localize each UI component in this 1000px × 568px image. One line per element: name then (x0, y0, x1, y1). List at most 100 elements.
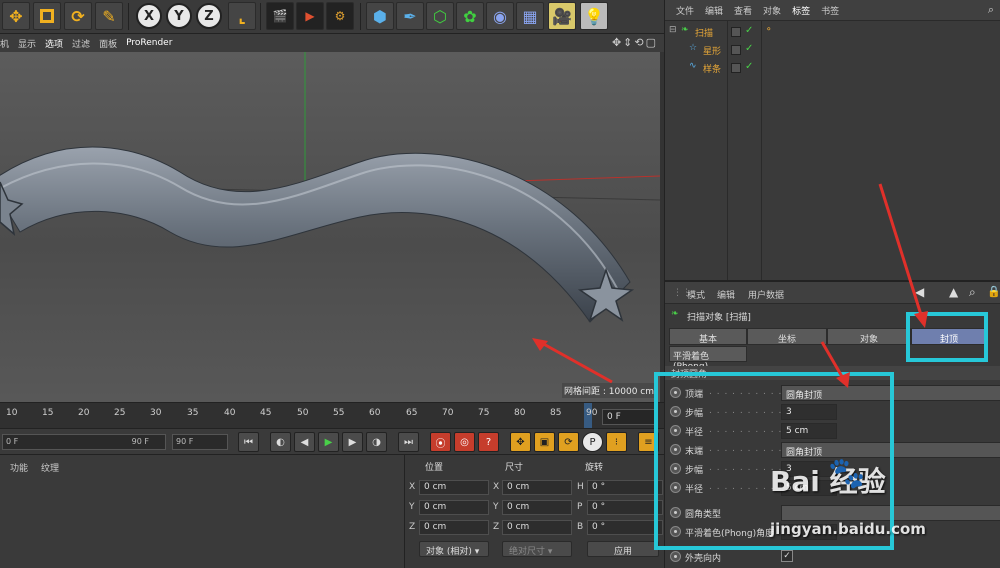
layer-icon[interactable] (731, 45, 741, 55)
animate-radio-icon[interactable] (670, 551, 681, 562)
menu-mode[interactable]: 模式 (687, 288, 705, 301)
autokey-icon[interactable]: ◎ (454, 432, 475, 452)
viewport-menu-panel[interactable]: 面板 (99, 37, 117, 50)
frame-range-slider[interactable]: 0 F 90 F (2, 434, 166, 450)
position-y-field[interactable]: 0 cm (419, 500, 489, 515)
deformer-icon[interactable]: ◉ (486, 2, 514, 30)
previous-frame-icon[interactable]: ◀ (294, 432, 315, 452)
coordinate-system-icon[interactable]: ⌞ (228, 2, 256, 30)
menu-file[interactable]: 文件 (676, 4, 694, 17)
menu-bookmarks[interactable]: 书签 (821, 4, 839, 17)
next-frame-icon[interactable]: ▶ (342, 432, 363, 452)
go-to-end-icon[interactable]: ⏭ (398, 432, 419, 452)
rotation-header: 旋转 (585, 463, 604, 473)
viewport-scene (0, 52, 660, 384)
rotation-b-field[interactable]: 0 ° (587, 520, 663, 535)
apply-button[interactable]: 应用 (587, 541, 659, 557)
cube-icon[interactable]: ⬢ (366, 2, 394, 30)
record-rotation-icon[interactable]: ⟳ (558, 432, 579, 452)
rotation-p-field[interactable]: 0 ° (587, 500, 663, 515)
tick-label: 20 (78, 408, 90, 418)
next-key-icon[interactable]: ◑ (366, 432, 387, 452)
visibility-check-icon[interactable]: ✓ (745, 61, 753, 72)
coordinates-panel: 位置 尺寸 旋转 X 0 cm X 0 cm H 0 ° Y 0 cm Y 0 … (404, 454, 664, 568)
object-row-star[interactable]: ☆ 星形 ✓ (665, 41, 1000, 59)
collapse-icon[interactable]: ⊟ (669, 25, 677, 35)
viewport-navigation-icons[interactable]: ✥⇕⟲▢ (612, 36, 658, 49)
tab-texture[interactable]: 纹理 (41, 461, 59, 474)
camera-icon[interactable]: 🎥 (548, 2, 576, 30)
layer-icon[interactable] (731, 27, 741, 37)
up-arrow-icon[interactable]: ▲ (949, 285, 958, 299)
live-select-icon[interactable]: ✎ (95, 2, 123, 30)
pen-icon[interactable]: ✒ (396, 2, 424, 30)
object-row-sweep[interactable]: ⊟ ❧ 扫描 ✓ ⚬ (665, 23, 1000, 41)
viewport-menu-filter[interactable]: 过滤 (72, 37, 90, 50)
search-icon[interactable]: ⌕ (969, 285, 976, 300)
play-icon[interactable]: ▶ (318, 432, 339, 452)
object-name[interactable]: 扫描 (695, 26, 713, 39)
menu-objects[interactable]: 对象 (763, 4, 781, 17)
object-row-spline[interactable]: ∿ 样条 ✓ (665, 59, 1000, 77)
cloner-icon[interactable]: ✿ (456, 2, 484, 30)
tab-basic[interactable]: 基本 (669, 328, 747, 345)
search-icon[interactable]: ⌕ (988, 3, 994, 17)
viewport-menu-options[interactable]: 选项 (45, 37, 63, 50)
menu-user-data[interactable]: 用户数据 (748, 288, 784, 301)
x-axis-icon[interactable]: X (136, 3, 162, 29)
record-pla-icon[interactable]: ⁝ (606, 432, 627, 452)
record-scale-icon[interactable]: ▣ (534, 432, 555, 452)
3d-viewport[interactable]: 网格间距 : 10000 cm (0, 52, 660, 402)
move-icon[interactable]: ✥ (2, 2, 30, 30)
position-z-field[interactable]: 0 cm (419, 520, 489, 535)
sweep-object[interactable] (0, 146, 631, 323)
lock-icon[interactable]: 🔒 (987, 285, 1000, 298)
position-x-field[interactable]: 0 cm (419, 480, 489, 495)
axis-label: Y (493, 502, 499, 512)
menu-view[interactable]: 查看 (734, 4, 752, 17)
timeline[interactable]: 10 15 20 25 30 35 40 45 50 55 60 65 70 7… (0, 402, 664, 429)
rotate-icon[interactable]: ⟳ (64, 2, 92, 30)
z-axis-icon[interactable]: Z (196, 3, 222, 29)
floor-icon[interactable]: ▦ (516, 2, 544, 30)
previous-key-icon[interactable]: ◐ (270, 432, 291, 452)
end-frame-field[interactable]: 90 F (172, 434, 228, 450)
coordinate-mode-select[interactable]: 对象 (相对) ▾ (419, 541, 489, 557)
tab-function[interactable]: 功能 (10, 461, 28, 474)
size-z-field[interactable]: 0 cm (502, 520, 572, 535)
render-view-icon[interactable]: 🎬 (266, 2, 294, 30)
size-mode-select[interactable]: 绝对尺寸 ▾ (502, 541, 572, 557)
record-keys-icon[interactable]: ⦿ (430, 432, 451, 452)
visibility-check-icon[interactable]: ✓ (745, 43, 753, 54)
keyframe-selection-icon[interactable]: ? (478, 432, 499, 452)
tab-phong[interactable]: 平滑着色(Phong) (669, 346, 747, 372)
record-position-icon[interactable]: ✥ (510, 432, 531, 452)
menu-edit[interactable]: 编辑 (705, 4, 723, 17)
scale-icon[interactable] (33, 2, 61, 30)
go-to-start-icon[interactable]: ⏮ (238, 432, 259, 452)
hull-inwards-checkbox[interactable]: ✓ (781, 550, 793, 562)
visibility-check-icon[interactable]: ✓ (745, 25, 753, 36)
subdivision-icon[interactable]: ⬡ (426, 2, 454, 30)
viewport-menu-prorender[interactable]: ProRender (126, 38, 172, 48)
viewport-menu-display[interactable]: 显示 (18, 37, 36, 50)
current-frame-field[interactable]: 0 F (602, 409, 656, 425)
object-name[interactable]: 样条 (703, 62, 721, 75)
render-picture-queue-icon[interactable]: ▶ (296, 2, 324, 30)
size-y-field[interactable]: 0 cm (502, 500, 572, 515)
object-name[interactable]: 星形 (703, 44, 721, 57)
menu-tags[interactable]: 标签 (792, 4, 810, 17)
y-axis-icon[interactable]: Y (166, 3, 192, 29)
size-x-field[interactable]: 0 cm (502, 480, 572, 495)
layer-icon[interactable] (731, 63, 741, 73)
record-parameter-icon[interactable]: P (582, 432, 603, 452)
viewport-menu-camera[interactable]: 机 (0, 37, 9, 50)
light-icon[interactable]: 💡 (580, 2, 608, 30)
render-settings-icon[interactable]: ⚙ (326, 2, 354, 30)
tag-icon[interactable]: ⚬ (765, 25, 773, 35)
rotation-h-field[interactable]: 0 ° (587, 480, 663, 495)
prop-hull-inwards[interactable]: 外壳向内 ✓ (665, 548, 1000, 566)
axis-label: Z (493, 522, 500, 532)
menu-edit[interactable]: 编辑 (717, 288, 735, 301)
axis-label: Y (409, 502, 415, 512)
